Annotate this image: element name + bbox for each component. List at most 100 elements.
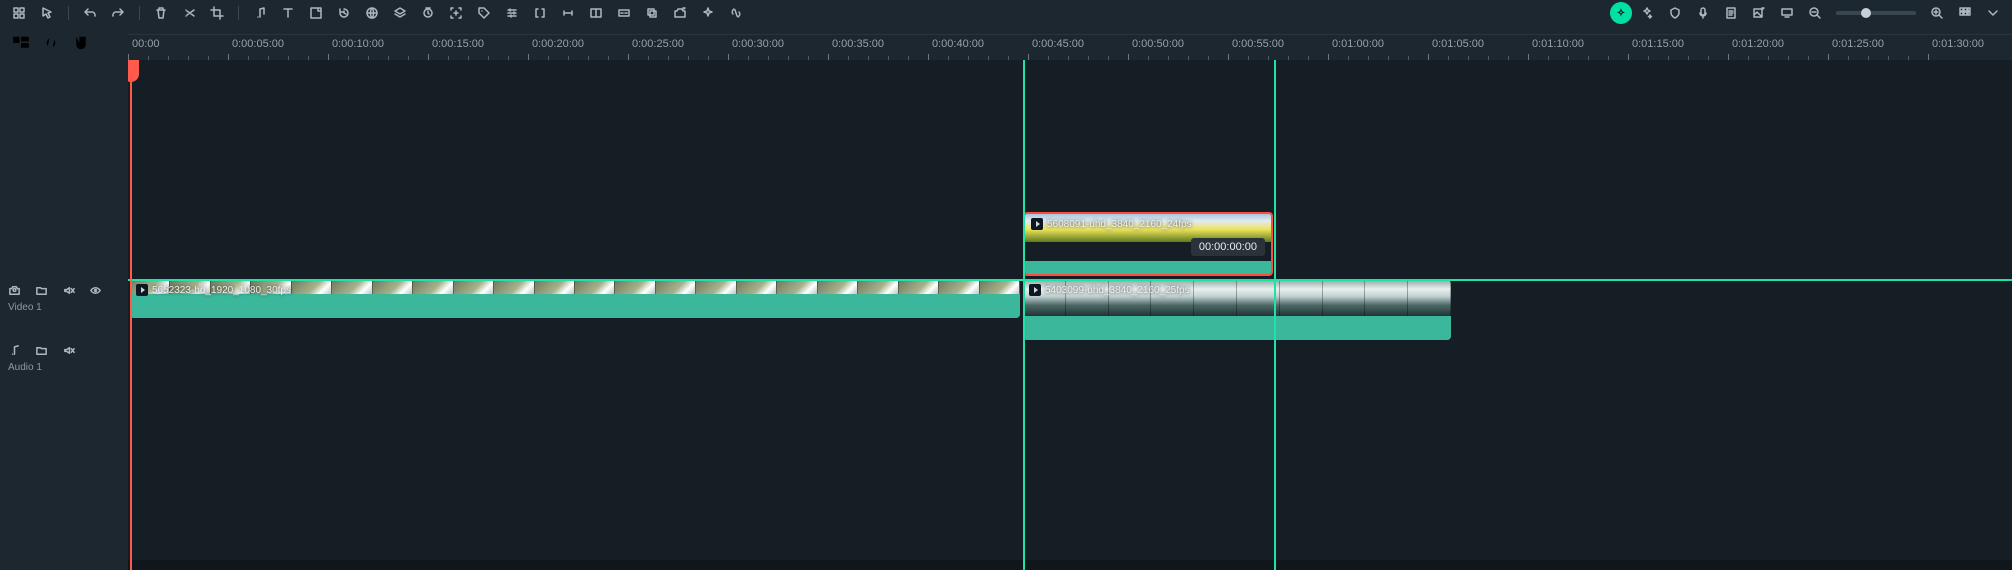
ruler-tick-label: 0:00:40:00 bbox=[932, 38, 984, 50]
ruler-tick-label: 0:00:45:00 bbox=[1032, 38, 1084, 50]
microphone-icon[interactable] bbox=[1690, 2, 1716, 24]
ruler-tick-label: 0:00:55:00 bbox=[1232, 38, 1284, 50]
snap-icon[interactable] bbox=[100, 32, 122, 54]
clip-title: 5403099-uhd_3840_2160_25fps bbox=[1029, 284, 1190, 296]
range-icon[interactable] bbox=[555, 2, 581, 24]
ruler-tick-label: 0:00:30:00 bbox=[732, 38, 784, 50]
clip-offset-timecode: 00:00:00:00 bbox=[1191, 238, 1265, 256]
caption-icon[interactable] bbox=[611, 2, 637, 24]
ruler-tick-major: 0:00:45:00 bbox=[1028, 35, 1029, 61]
split-screen-icon[interactable] bbox=[583, 2, 609, 24]
main-toolbar: ✧ bbox=[0, 0, 2012, 26]
mute-icon[interactable] bbox=[62, 344, 75, 360]
timeline-ruler[interactable]: 00:000:00:05:000:00:10:000:00:15:000:00:… bbox=[128, 34, 2012, 60]
undo-icon[interactable] bbox=[77, 2, 103, 24]
snap-guide-vertical bbox=[1274, 60, 1276, 570]
playhead[interactable] bbox=[130, 60, 132, 570]
folder-icon[interactable] bbox=[35, 344, 48, 360]
ruler-tick-major: 0:00:05:00 bbox=[228, 35, 229, 61]
zoom-out-icon[interactable] bbox=[1802, 2, 1828, 24]
clip-audio-band bbox=[130, 294, 1020, 318]
effects-icon[interactable] bbox=[695, 2, 721, 24]
ruler-tick-label: 0:00:05:00 bbox=[232, 38, 284, 50]
clip-clip_floating[interactable]: 5608091-uhd_3840_2160_24fps 00:00:00:00 bbox=[1023, 212, 1273, 276]
clock-rotate-icon[interactable] bbox=[331, 2, 357, 24]
crop-icon[interactable] bbox=[204, 2, 230, 24]
snap-guide-horizontal bbox=[128, 279, 2012, 281]
shield-icon[interactable] bbox=[1662, 2, 1688, 24]
ruler-tick-label: 0:00:25:00 bbox=[632, 38, 684, 50]
clip-clip_b[interactable]: 5403099-uhd_3840_2160_25fps bbox=[1023, 280, 1451, 340]
music-icon[interactable] bbox=[8, 344, 21, 360]
globe-icon[interactable] bbox=[359, 2, 385, 24]
timeline-horizontal-scrollbar[interactable] bbox=[128, 560, 2012, 570]
mute-icon[interactable] bbox=[62, 284, 75, 300]
video-icon bbox=[136, 284, 148, 296]
ruler-tick-major: 0:00:40:00 bbox=[928, 35, 929, 61]
ruler-tick-label: 0:00:50:00 bbox=[1132, 38, 1184, 50]
monitor-icon[interactable] bbox=[1774, 2, 1800, 24]
music-note-icon[interactable] bbox=[247, 2, 273, 24]
video-icon bbox=[1029, 284, 1041, 296]
text-icon[interactable] bbox=[275, 2, 301, 24]
toolbar-separator bbox=[139, 6, 140, 20]
zoom-slider-thumb[interactable] bbox=[1861, 8, 1871, 18]
camera-icon[interactable] bbox=[8, 284, 21, 300]
camera-add-icon[interactable] bbox=[667, 2, 693, 24]
link-icon[interactable] bbox=[40, 32, 62, 54]
clip-clip_a[interactable]: 5652323-hd_1920_1080_30fps bbox=[130, 280, 1020, 318]
ruler-tick-label: 0:01:20:00 bbox=[1732, 38, 1784, 50]
magnet-icon[interactable] bbox=[70, 32, 92, 54]
timeline-canvas[interactable]: 5652323-hd_1920_1080_30fps 5403099-uhd_38… bbox=[128, 60, 2012, 570]
trash-icon[interactable] bbox=[148, 2, 174, 24]
notes-icon[interactable] bbox=[1718, 2, 1744, 24]
ruler-tick-label: 0:01:15:00 bbox=[1632, 38, 1684, 50]
view-grid-icon[interactable] bbox=[1952, 2, 1978, 24]
clip-title-text: 5608091-uhd_3840_2160_24fps bbox=[1047, 219, 1192, 230]
ruler-tick-major: 0:01:20:00 bbox=[1728, 35, 1729, 61]
snap-guide-vertical bbox=[1023, 60, 1025, 570]
toolbar-separator bbox=[68, 6, 69, 20]
layout-grid-icon[interactable] bbox=[6, 2, 32, 24]
redo-icon[interactable] bbox=[105, 2, 131, 24]
zoom-slider[interactable] bbox=[1836, 11, 1916, 15]
ruler-tick-major: 0:01:15:00 bbox=[1628, 35, 1629, 61]
folder-icon[interactable] bbox=[35, 284, 48, 300]
sparkle-settings-icon[interactable] bbox=[1634, 2, 1660, 24]
timer-icon[interactable] bbox=[415, 2, 441, 24]
ruler-tick-label: 0:01:10:00 bbox=[1532, 38, 1584, 50]
brackets-icon[interactable] bbox=[527, 2, 553, 24]
overlay-icon[interactable] bbox=[639, 2, 665, 24]
track-header-video1: Video 1 bbox=[0, 280, 128, 315]
playhead-handle[interactable] bbox=[128, 60, 139, 82]
thumbnail-size-icon[interactable] bbox=[10, 32, 32, 54]
ruler-tick-label: 0:00:15:00 bbox=[432, 38, 484, 50]
layers-icon[interactable] bbox=[387, 2, 413, 24]
picture-add-icon[interactable] bbox=[1746, 2, 1772, 24]
zoom-in-icon[interactable] bbox=[1924, 2, 1950, 24]
sticker-icon[interactable] bbox=[303, 2, 329, 24]
ruler-tick-major: 0:00:50:00 bbox=[1128, 35, 1129, 61]
scissors-icon[interactable] bbox=[176, 2, 202, 24]
ruler-tick-major: 0:01:05:00 bbox=[1428, 35, 1429, 61]
toolbar-separator bbox=[238, 6, 239, 20]
ruler-tick-label: 0:00:10:00 bbox=[332, 38, 384, 50]
ruler-tick-major: 0:00:55:00 bbox=[1228, 35, 1229, 61]
adjust-icon[interactable] bbox=[499, 2, 525, 24]
tag-icon[interactable] bbox=[471, 2, 497, 24]
ruler-tick-label: 0:01:00:00 bbox=[1332, 38, 1384, 50]
ruler-tick-label: 0:01:05:00 bbox=[1432, 38, 1484, 50]
eye-icon[interactable] bbox=[89, 284, 102, 300]
pointer-icon[interactable] bbox=[34, 2, 60, 24]
ruler-tick-major: 0:00:10:00 bbox=[328, 35, 329, 61]
chevron-down-icon[interactable] bbox=[1980, 2, 2006, 24]
link-break-icon[interactable] bbox=[723, 2, 749, 24]
ruler-tick-label: 0:01:30:00 bbox=[1932, 38, 1984, 50]
ruler-tick-label: 0:00:20:00 bbox=[532, 38, 584, 50]
ruler-tick-label: 0:01:25:00 bbox=[1832, 38, 1884, 50]
ruler-tick-major: 0:00:20:00 bbox=[528, 35, 529, 61]
ai-badge[interactable]: ✧ bbox=[1610, 2, 1632, 24]
track-headers-column: Video 1Audio 1 bbox=[0, 60, 128, 570]
clip-title-text: 5652323-hd_1920_1080_30fps bbox=[152, 285, 291, 296]
focus-icon[interactable] bbox=[443, 2, 469, 24]
